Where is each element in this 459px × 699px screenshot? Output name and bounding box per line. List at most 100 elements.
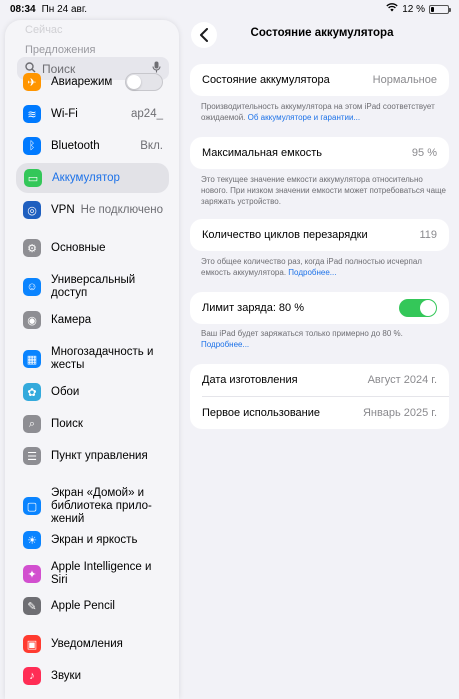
sidebar-item-label: Универсальный доступ <box>51 274 136 299</box>
sidebar-item-label: Обои <box>51 385 80 398</box>
sidebar-faded-header: Сейчас Предложения <box>5 20 179 60</box>
page-title: Состояние аккумулятора <box>250 27 394 39</box>
bluetooth-icon: ᛒ <box>23 137 41 155</box>
status-date: Пн 24 авг. <box>41 3 88 15</box>
sidebar-item-label: Камера <box>51 313 92 326</box>
siri-icon: ✦ <box>23 565 41 583</box>
max-capacity-label: Максимальная емкость <box>202 147 323 159</box>
sidebar-item-value: ap24_ <box>131 108 163 120</box>
sidebar-item-label: Звуки <box>51 669 82 682</box>
sidebar-item-label: Экран и яркость <box>51 533 138 546</box>
dates-card: Дата изготовления Август 2024 г. Первое … <box>190 364 449 429</box>
multitasking-icon: ▦ <box>23 350 41 368</box>
camera-icon: ◉ <box>23 311 41 329</box>
battery-status-icon <box>429 4 451 14</box>
pencil-icon: ✎ <box>23 597 41 615</box>
sidebar-item-label: Apple Intelligence и Siri <box>51 561 152 586</box>
battery-health-label: Состояние аккумулятора <box>202 74 330 86</box>
sidebar-item[interactable]: ✿ Обои <box>15 377 169 407</box>
sidebar-item[interactable]: ᛒ Bluetooth Вкл. <box>15 131 169 161</box>
sidebar-item[interactable]: ⚙ Основные <box>15 233 169 263</box>
sidebar-item-label: Аккумулятор <box>52 171 120 184</box>
charge-limit-note: Ваш iPad будет заряжаться только примерн… <box>201 328 446 350</box>
airplane-mode-toggle[interactable] <box>125 73 163 91</box>
sidebar-item-label: Уведомления <box>51 637 123 650</box>
sidebar-item[interactable]: ✈ Авиарежим <box>15 67 169 97</box>
battery-health-value: Нормальное <box>372 74 437 86</box>
sidebar-item[interactable]: ☺ Универсальный доступ <box>15 269 169 305</box>
wallpaper-icon: ✿ <box>23 383 41 401</box>
battery-health-row[interactable]: Состояние аккумулятора Нормальное <box>190 64 449 96</box>
notifications-icon: ▣ <box>23 635 41 653</box>
sidebar-item[interactable]: ≋ Wi-Fi ap24_ <box>15 99 169 129</box>
battery-percent: 12 % <box>402 3 425 15</box>
sidebar-item-label: Apple Pencil <box>51 599 115 612</box>
status-bar: 08:34 Пн 24 авг. 12 % <box>0 0 459 18</box>
charge-limit-card[interactable]: Лимит заряда: 80 % <box>190 292 449 324</box>
airplane-icon: ✈ <box>23 73 41 91</box>
sidebar-item[interactable]: ◎ VPN Не подключено <box>15 195 169 225</box>
sidebar-item-label: Bluetooth <box>51 139 100 152</box>
sidebar-item[interactable]: ☀ Экран и яркость <box>15 525 169 555</box>
first-use-label: Первое использование <box>202 407 320 419</box>
sidebar-item[interactable]: ▣ Уведомления <box>15 629 169 659</box>
first-use-row: Первое использование Январь 2025 г. <box>190 397 449 429</box>
manufacture-date-value: Август 2024 г. <box>367 374 437 386</box>
sidebar-item-label: Авиарежим <box>51 75 113 88</box>
charge-limit-more-link[interactable]: Подробнее... <box>201 340 249 349</box>
sidebar-item[interactable]: ✎ Apple Pencil <box>15 591 169 621</box>
charge-limit-note-text: Ваш iPad будет заряжаться только примерн… <box>201 329 403 338</box>
charge-limit-label: Лимит заряда: 80 % <box>202 302 304 314</box>
sidebar-item-label: Многозадачность и жесты <box>51 346 154 371</box>
control-center-icon: ☰ <box>23 447 41 465</box>
sidebar-item-label: Основные <box>51 241 106 254</box>
accessibility-icon: ☺ <box>23 278 41 296</box>
sidebar-item[interactable]: ◉ Камера <box>15 305 169 335</box>
sidebar-item[interactable]: ☰ Пункт управления <box>15 441 169 471</box>
max-capacity-row: Максимальная емкость 95 % <box>190 137 449 169</box>
sidebar-item[interactable]: ▢ Экран «Домой» и библиотека прило-жений <box>15 483 169 529</box>
first-use-value: Январь 2025 г. <box>362 407 437 419</box>
sidebar-item[interactable]: ♪ Звуки <box>15 661 169 691</box>
sidebar-item[interactable]: ✦ Apple Intelligence и Siri <box>15 559 169 589</box>
battery-health-note: Производительность аккумулятора на этом … <box>201 101 446 123</box>
sidebar-item[interactable]: ⌕ Поиск <box>15 409 169 439</box>
sidebar-item-label: VPN <box>51 203 75 216</box>
cycle-count-label: Количество циклов перезарядки <box>202 229 368 241</box>
cycle-count-more-link[interactable]: Подробнее... <box>288 268 336 277</box>
cycle-count-card: Количество циклов перезарядки 119 <box>190 219 449 251</box>
section-label: Предложения <box>25 44 96 56</box>
faded-top-text: Сейчас <box>25 24 63 36</box>
brightness-icon: ☀ <box>23 531 41 549</box>
sidebar-item-label: Wi-Fi <box>51 107 78 120</box>
home-screen-icon: ▢ <box>23 497 41 515</box>
gear-icon: ⚙ <box>23 239 41 257</box>
charge-limit-toggle[interactable] <box>399 299 437 317</box>
battery-icon: ▭ <box>24 169 42 187</box>
vpn-icon: ◎ <box>23 201 41 219</box>
sounds-icon: ♪ <box>23 667 41 685</box>
status-right: 12 % <box>386 3 451 15</box>
wifi-icon: ≋ <box>23 105 41 123</box>
cycle-count-note: Это общее количество раз, когда iPad пол… <box>201 256 446 278</box>
sidebar-item-value: Вкл. <box>140 140 163 152</box>
battery-warranty-link[interactable]: Об аккумуляторе и гарантии... <box>248 113 361 122</box>
max-capacity-note: Это текущее значение емкости аккумулятор… <box>201 175 446 206</box>
battery-health-card[interactable]: Состояние аккумулятора Нормальное <box>190 64 449 96</box>
sidebar-item[interactable]: ▦ Многозадачность и жесты <box>15 341 169 377</box>
manufacture-date-row: Дата изготовления Август 2024 г. <box>190 364 449 396</box>
max-capacity-value: 95 % <box>411 147 437 159</box>
sidebar-item-label: Экран «Домой» и библиотека прило-жений <box>51 486 152 525</box>
sidebar-item-label: Поиск <box>51 417 83 430</box>
charge-limit-row[interactable]: Лимит заряда: 80 % <box>190 292 449 324</box>
wifi-status-icon <box>386 3 398 15</box>
sidebar-item-label: Пункт управления <box>51 449 148 462</box>
sidebar-item-value: Не подключено <box>80 204 163 216</box>
settings-sidebar[interactable]: Сейчас Предложения Поиск ✈ Авиарежим ≋ Wi-F… <box>5 20 179 699</box>
max-capacity-card: Максимальная емкость 95 % <box>190 137 449 169</box>
manufacture-date-label: Дата изготовления <box>202 374 298 386</box>
search-icon: ⌕ <box>23 415 41 433</box>
status-time: 08:34 <box>10 3 36 15</box>
sidebar-item[interactable]: ▭ Аккумулятор <box>16 163 169 193</box>
cycle-count-row: Количество циклов перезарядки 119 <box>190 219 449 251</box>
